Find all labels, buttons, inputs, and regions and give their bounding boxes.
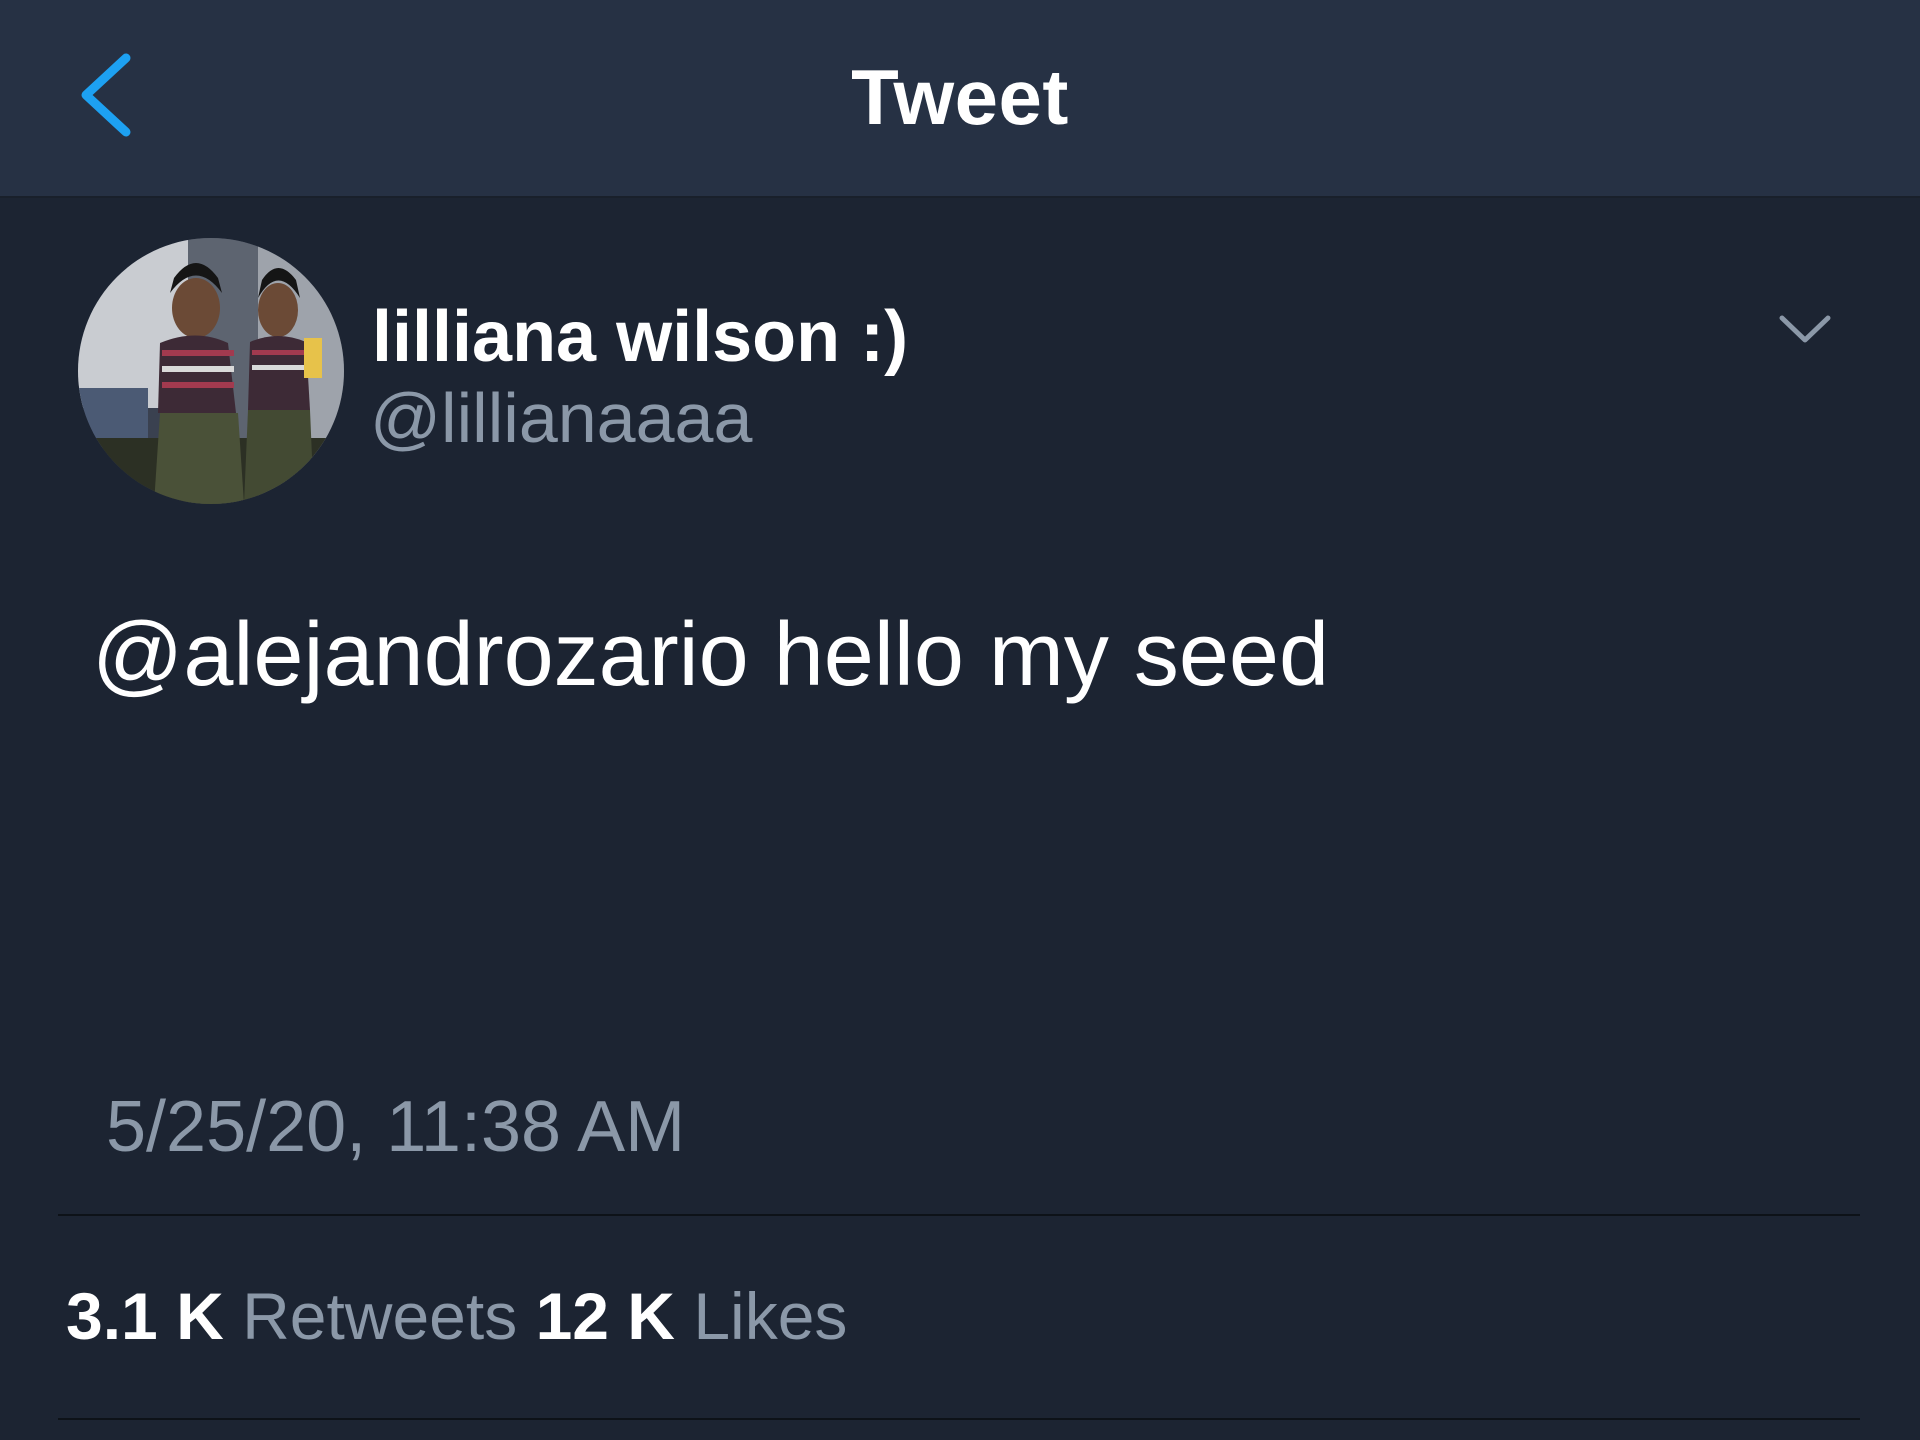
- likes-label: Likes: [693, 1279, 848, 1353]
- retweets-label: Retweets: [242, 1279, 518, 1353]
- tweet-body: hello my seed: [748, 605, 1330, 705]
- tweet-text: @alejandrozario hello my seed: [92, 604, 1329, 707]
- display-name[interactable]: lilliana wilson :): [372, 296, 908, 378]
- likes-stat[interactable]: 12 K Likes: [536, 1279, 848, 1353]
- more-options-button[interactable]: [1770, 300, 1840, 360]
- timestamp: 5/25/20, 11:38 AM: [106, 1087, 686, 1167]
- user-handle[interactable]: @lillianaaaa: [370, 378, 752, 458]
- retweets-stat[interactable]: 3.1 K Retweets: [66, 1279, 517, 1353]
- avatar-photo: [78, 238, 344, 504]
- retweets-count: 3.1 K: [66, 1279, 224, 1353]
- engagement-stats: 3.1 K Retweets 12 K Likes: [66, 1278, 847, 1354]
- page-title: Tweet: [851, 53, 1069, 141]
- avatar[interactable]: [78, 238, 344, 504]
- mention-link[interactable]: @alejandrozario: [92, 605, 749, 705]
- chevron-down-icon: [1779, 315, 1831, 343]
- divider: [58, 1418, 1860, 1420]
- nav-bar: Tweet: [0, 0, 1920, 198]
- likes-count: 12 K: [535, 1279, 675, 1353]
- divider: [58, 1214, 1860, 1216]
